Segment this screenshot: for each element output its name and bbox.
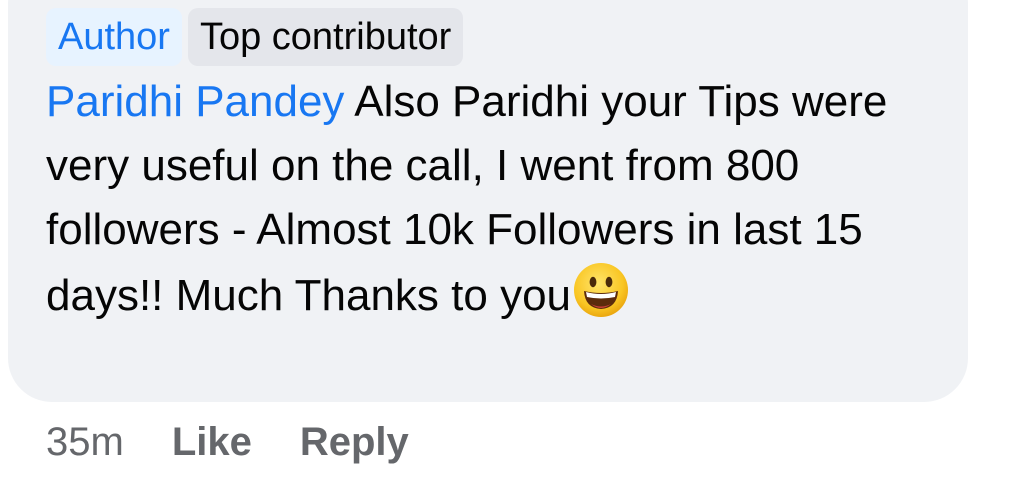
author-badge: Author [46, 8, 182, 66]
reply-button[interactable]: Reply [300, 420, 409, 465]
comment-body: Paridhi Pandey Also Paridhi your Tips we… [46, 70, 946, 336]
comment-badges: Author Top contributor [46, 8, 464, 66]
top-contributor-badge: Top contributor [187, 8, 464, 66]
like-button[interactable]: Like [172, 420, 252, 465]
comment-actions: 35m Like Reply [46, 410, 457, 474]
mention-link[interactable]: Paridhi Pandey [46, 77, 344, 126]
grinning-face-icon [573, 262, 629, 336]
comment-timestamp[interactable]: 35m [46, 420, 124, 465]
